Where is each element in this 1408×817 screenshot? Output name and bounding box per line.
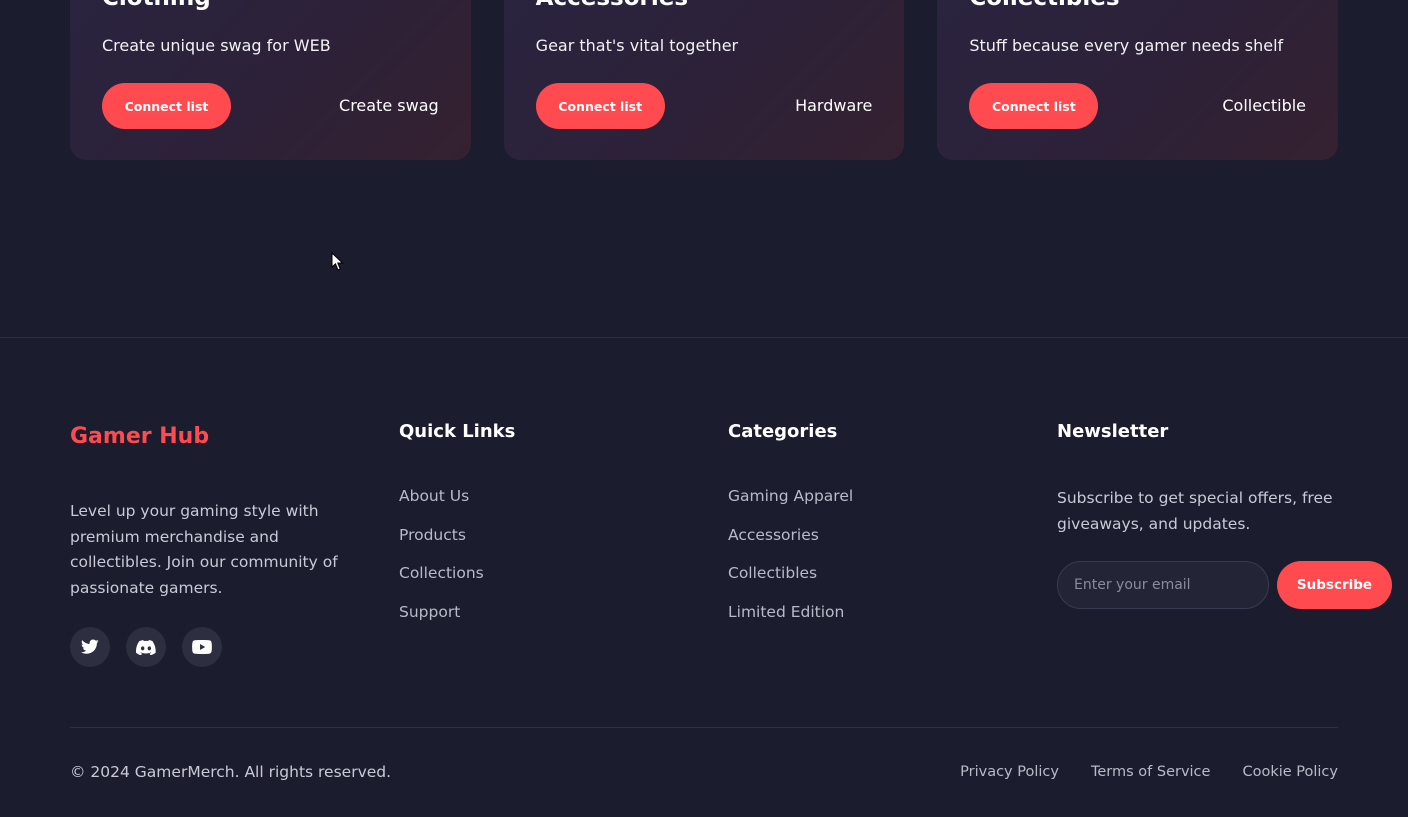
footer-divider xyxy=(0,337,1408,338)
connect-list-button[interactable]: Connect list xyxy=(535,83,665,129)
social-links xyxy=(70,627,360,667)
copyright-text: © 2024 GamerMerch. All rights reserved. xyxy=(70,763,392,781)
quick-links-heading: Quick Links xyxy=(399,421,516,442)
category-card-clothing: Clothing Create unique swag for WEB Conn… xyxy=(70,0,471,160)
card-description: Gear that's vital together xyxy=(535,36,739,55)
brand-logo[interactable]: Gamer Hub xyxy=(70,419,360,455)
discord-icon[interactable] xyxy=(126,627,166,667)
card-tag: Collectible xyxy=(1222,96,1307,115)
privacy-policy-link[interactable]: Privacy Policy xyxy=(960,762,1059,782)
category-card-collectibles: Collectibles Stuff because every gamer n… xyxy=(937,0,1339,160)
quick-links-list: About Us Products Collections Support xyxy=(399,486,689,622)
categories-list: Gaming Apparel Accessories Collectibles … xyxy=(728,486,1018,622)
subscribe-button[interactable]: Subscribe xyxy=(1277,561,1392,609)
card-tag: Create swag xyxy=(339,96,439,115)
youtube-icon[interactable] xyxy=(182,627,222,667)
footer-categories: Categories Gaming Apparel Accessories Co… xyxy=(728,418,1018,641)
brand-description: Level up your gaming style with premium … xyxy=(70,502,338,597)
footer-brand: Gamer Hub Level up your gaming style wit… xyxy=(70,418,360,667)
footer-bottom-divider xyxy=(70,727,1338,728)
card-tag: Hardware xyxy=(795,96,873,115)
category-card-accessories: Accessories Gear that's vital together C… xyxy=(503,0,905,160)
card-description: Stuff because every gamer needs shelf xyxy=(969,36,1284,55)
footer-link-about-us[interactable]: About Us xyxy=(399,486,689,506)
page: Clothing Create unique swag for WEB Conn… xyxy=(0,0,1408,817)
card-description: Create unique swag for WEB xyxy=(102,36,331,55)
card-title: Accessories xyxy=(536,0,688,14)
footer-newsletter: Newsletter Subscribe to get special offe… xyxy=(1057,418,1392,609)
card-title: Collectibles xyxy=(969,0,1119,14)
newsletter-form: Subscribe xyxy=(1057,561,1392,609)
connect-list-button[interactable]: Connect list xyxy=(102,83,231,129)
cookie-policy-link[interactable]: Cookie Policy xyxy=(1242,762,1338,782)
newsletter-description: Subscribe to get special offers, free gi… xyxy=(1057,489,1333,533)
footer-link-gaming-apparel[interactable]: Gaming Apparel xyxy=(728,486,1018,506)
footer-link-limited-edition[interactable]: Limited Edition xyxy=(728,602,1018,622)
footer-quick-links: Quick Links About Us Products Collection… xyxy=(399,418,689,641)
footer-link-collectibles[interactable]: Collectibles xyxy=(728,563,1018,583)
category-cards: Clothing Create unique swag for WEB Conn… xyxy=(70,0,1339,160)
footer-link-support[interactable]: Support xyxy=(399,602,689,622)
footer-link-accessories[interactable]: Accessories xyxy=(728,525,1018,545)
footer-link-collections[interactable]: Collections xyxy=(399,563,689,583)
connect-list-button[interactable]: Connect list xyxy=(969,83,1099,129)
footer-link-products[interactable]: Products xyxy=(399,525,689,545)
legal-links: Privacy Policy Terms of Service Cookie P… xyxy=(960,762,1338,782)
terms-of-service-link[interactable]: Terms of Service xyxy=(1091,762,1210,782)
mouse-cursor-icon xyxy=(331,252,344,271)
newsletter-email-input[interactable] xyxy=(1057,561,1269,609)
twitter-icon[interactable] xyxy=(70,627,110,667)
categories-heading: Categories xyxy=(728,421,838,442)
card-title: Clothing xyxy=(102,0,211,14)
newsletter-heading: Newsletter xyxy=(1057,421,1169,442)
